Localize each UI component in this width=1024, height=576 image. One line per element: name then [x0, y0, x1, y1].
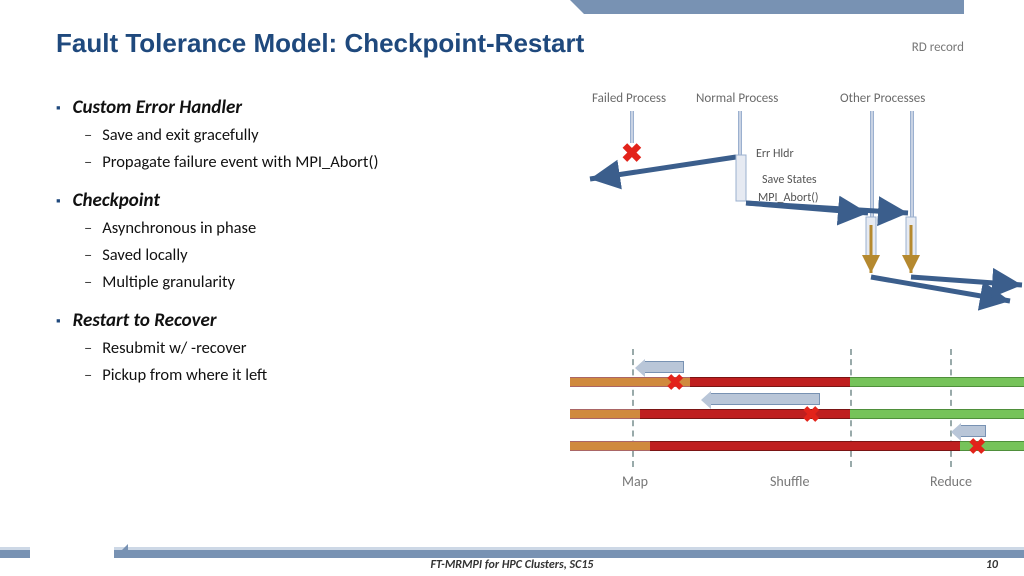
section-3-heading: ▪ Restart to Recover: [56, 309, 536, 332]
bar1-reduce: [850, 377, 1024, 387]
footer-tab-notch: [30, 544, 114, 558]
bullet-content: ▪ Custom Error Handler –Save and exit gr…: [56, 96, 536, 392]
footer-divider: [0, 550, 1024, 558]
item-text: Saved locally: [102, 245, 187, 265]
bar3-map: [570, 441, 650, 451]
dash-icon: –: [84, 365, 92, 385]
page-title: Fault Tolerance Model: Checkpoint-Restar…: [56, 28, 584, 59]
page-number: 10: [986, 558, 998, 572]
header-accent-bar: [584, 0, 964, 14]
dash-icon: –: [84, 152, 92, 172]
bar3-shuffle: [650, 441, 960, 451]
bar2-map: [570, 409, 640, 419]
list-item: –Save and exit gracefully: [84, 125, 536, 145]
process-diagram: Failed Process Normal Process Other Proc…: [570, 85, 1024, 335]
phase-label-reduce: Reduce: [930, 473, 972, 490]
label-err-hldr: Err Hldr: [756, 147, 794, 161]
item-text: Save and exit gracefully: [102, 125, 258, 145]
section-title: Checkpoint: [73, 189, 160, 212]
section-title: Restart to Recover: [73, 309, 217, 332]
list-item: –Multiple granularity: [84, 272, 536, 292]
item-text: Resubmit w/ -recover: [102, 338, 246, 358]
bar2-reduce: [850, 409, 1024, 419]
cross-icon: ✖: [802, 401, 820, 428]
list-item: –Resubmit w/ -recover: [84, 338, 536, 358]
dash-icon: –: [84, 218, 92, 238]
dash-icon: –: [84, 125, 92, 145]
label-save-states: Save States: [762, 173, 817, 187]
cross-icon: ✖: [666, 369, 684, 396]
phases-diagram: ✖ ✖ ✖ Map Shuffle Reduce: [570, 345, 1024, 505]
item-text: Propagate failure event with MPI_Abort(): [102, 152, 378, 172]
dash-icon: –: [84, 338, 92, 358]
phase-label-shuffle: Shuffle: [770, 473, 809, 490]
cross-icon: ✖: [968, 433, 986, 460]
section-2-heading: ▪ Checkpoint: [56, 189, 536, 212]
bullet-square-icon: ▪: [56, 314, 61, 329]
list-item: –Saved locally: [84, 245, 536, 265]
item-text: Multiple granularity: [102, 272, 235, 292]
phase-label-map: Map: [622, 473, 648, 490]
footer-caption: FT-MRMPI for HPC Clusters, SC15: [0, 558, 1024, 572]
section-title: Custom Error Handler: [73, 96, 242, 119]
bullet-square-icon: ▪: [56, 194, 61, 209]
section-1-heading: ▪ Custom Error Handler: [56, 96, 536, 119]
item-text: Pickup from where it left: [102, 365, 267, 385]
list-item: –Propagate failure event with MPI_Abort(…: [84, 152, 536, 172]
diagram-arrows: [570, 85, 1024, 335]
dash-icon: –: [84, 245, 92, 265]
dash-icon: –: [84, 272, 92, 292]
rd-record-label: RD record: [912, 40, 964, 55]
list-item: –Pickup from where it left: [84, 365, 536, 385]
list-item: –Asynchronous in phase: [84, 218, 536, 238]
bullet-square-icon: ▪: [56, 101, 61, 116]
item-text: Asynchronous in phase: [102, 218, 256, 238]
label-mpi-abort: MPI_Abort(): [758, 191, 819, 205]
bar1-shuffle: [690, 377, 850, 387]
